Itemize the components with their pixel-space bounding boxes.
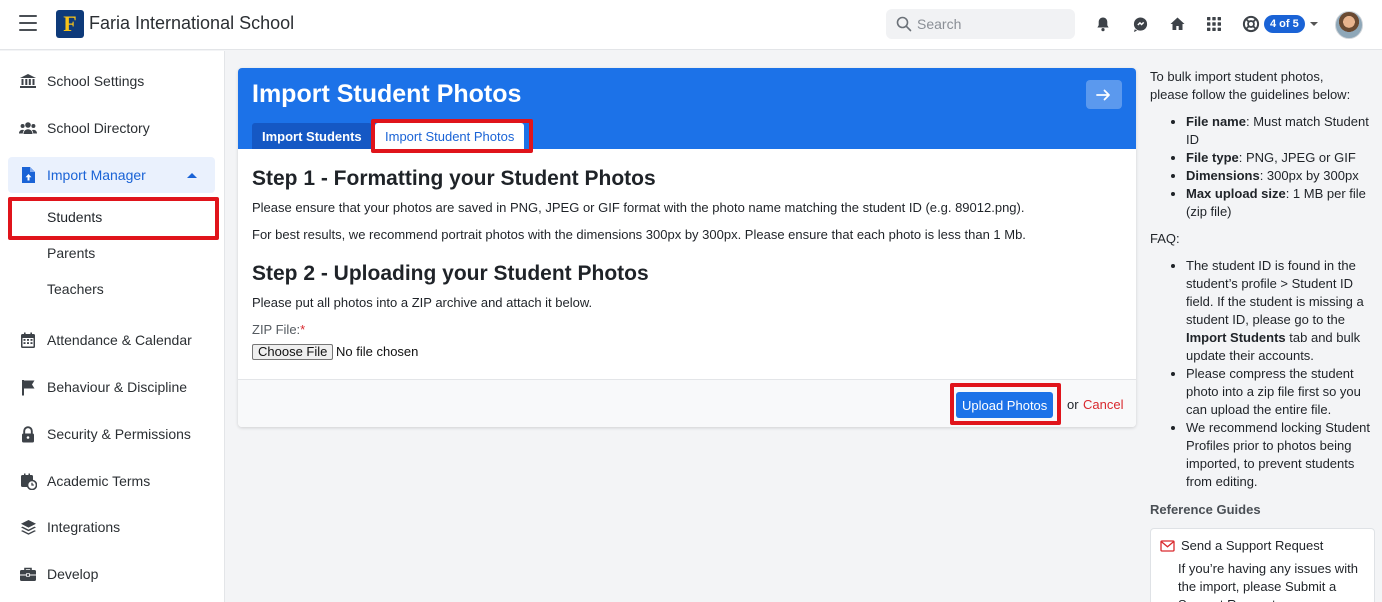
highlight-box-students — [8, 197, 219, 240]
calendar-clock-icon — [19, 472, 37, 490]
sidebar-item-develop[interactable]: Develop — [8, 556, 215, 592]
list-item: Dimensions: 300px by 300px — [1186, 167, 1378, 185]
highlight-box-photos-tab — [371, 119, 533, 153]
sidebar-item-label: Develop — [47, 566, 99, 582]
step2-heading: Step 2 - Uploading your Student Photos — [252, 262, 649, 285]
caret-down-icon — [1309, 22, 1318, 26]
sidebar-item-label: Integrations — [47, 519, 121, 535]
top-bar: F Faria International School 4 of 5 — [0, 0, 1382, 50]
count-badge: 4 of 5 — [1264, 15, 1305, 33]
help-switcher[interactable]: 4 of 5 — [1242, 13, 1318, 35]
hamburger-menu-icon[interactable] — [19, 15, 37, 31]
list-item: The student ID is found in the student’s… — [1186, 257, 1378, 365]
expand-panel-button[interactable] — [1086, 80, 1122, 109]
step1-paragraph-2: For best results, we recommend portrait … — [252, 227, 1026, 242]
chevron-up-icon[interactable] — [187, 173, 197, 178]
lifebuoy-icon — [1242, 15, 1260, 33]
school-name[interactable]: Faria International School — [89, 13, 294, 34]
sidebar-subitem-parents[interactable]: Parents — [47, 245, 95, 261]
page-title: Import Student Photos — [252, 80, 522, 108]
guidelines-list: File name: Must match Student ID File ty… — [1150, 113, 1378, 221]
sidebar-item-label: Academic Terms — [47, 473, 151, 489]
sidebar-item-label: Security & Permissions — [47, 426, 191, 442]
cancel-link[interactable]: Cancel — [1083, 397, 1123, 412]
zip-file-label: ZIP File:* — [252, 322, 306, 337]
list-item: File name: Must match Student ID — [1186, 113, 1378, 149]
user-avatar[interactable] — [1335, 11, 1363, 39]
reference-guides-title: Reference Guides — [1150, 502, 1261, 517]
or-text: or — [1067, 397, 1079, 412]
guidelines-intro: To bulk import student photos, please fo… — [1150, 69, 1351, 102]
layers-icon — [19, 518, 37, 536]
sidebar-item-label: School Directory — [47, 120, 150, 136]
search-icon — [896, 16, 912, 32]
toolbox-icon — [19, 565, 37, 583]
sidebar-item-academic-terms[interactable]: Academic Terms — [8, 463, 215, 499]
sidebar-item-label: School Settings — [47, 73, 145, 89]
sidebar-subitem-teachers[interactable]: Teachers — [47, 281, 104, 297]
search-box[interactable] — [886, 9, 1075, 39]
faq-title: FAQ: — [1150, 231, 1180, 246]
bell-icon[interactable] — [1093, 14, 1113, 34]
search-input[interactable] — [917, 14, 1067, 34]
school-logo[interactable]: F — [56, 10, 84, 38]
sidebar: School Settings School Directory Import … — [0, 51, 225, 602]
home-icon[interactable] — [1167, 14, 1187, 34]
envelope-icon — [1160, 539, 1175, 552]
sidebar-item-integrations[interactable]: Integrations — [8, 509, 215, 545]
list-item: File type: PNG, JPEG or GIF — [1186, 149, 1378, 167]
bank-icon — [19, 72, 37, 90]
sidebar-item-security-permissions[interactable]: Security & Permissions — [8, 416, 215, 452]
sidebar-item-school-settings[interactable]: School Settings — [8, 63, 215, 99]
no-file-chosen-text: No file chosen — [336, 344, 419, 359]
step2-paragraph-1: Please put all photos into a ZIP archive… — [252, 295, 593, 310]
required-mark: * — [300, 322, 306, 337]
arrow-right-icon — [1096, 89, 1110, 100]
chat-icon[interactable] — [1130, 14, 1150, 34]
step1-heading: Step 1 - Formatting your Student Photos — [252, 167, 656, 190]
sidebar-item-label: Behaviour & Discipline — [47, 379, 188, 395]
list-item: Please compress the student photo into a… — [1186, 365, 1378, 419]
sidebar-item-label: Attendance & Calendar — [47, 332, 192, 348]
tab-import-students[interactable]: Import Students — [252, 123, 372, 149]
step1-paragraph-1: Please ensure that your photos are saved… — [252, 200, 1025, 215]
file-upload-icon — [19, 166, 37, 184]
faq-list: The student ID is found in the student’s… — [1150, 257, 1378, 491]
sidebar-item-label: Import Manager — [47, 167, 146, 183]
sidebar-item-attendance-calendar[interactable]: Attendance & Calendar — [8, 322, 215, 358]
support-request-card[interactable]: Send a Support Request If you’re having … — [1150, 528, 1375, 602]
apps-grid-icon[interactable] — [1204, 14, 1224, 34]
flag-icon — [19, 378, 37, 396]
calendar-icon — [19, 331, 37, 349]
sidebar-item-behaviour-discipline[interactable]: Behaviour & Discipline — [8, 369, 215, 405]
users-icon — [19, 119, 37, 137]
lock-icon — [19, 425, 37, 443]
list-item: Max upload size: 1 MB per file (zip file… — [1186, 185, 1378, 221]
sidebar-item-import-manager[interactable]: Import Manager — [8, 157, 215, 193]
choose-file-button[interactable]: Choose File — [252, 344, 334, 360]
list-item: We recommend locking Student Profiles pr… — [1186, 419, 1378, 491]
support-request-text: If you’re having any issues with the imp… — [1178, 561, 1358, 602]
highlight-box-upload — [950, 383, 1061, 425]
support-request-title[interactable]: Send a Support Request — [1181, 538, 1323, 553]
sidebar-item-school-directory[interactable]: School Directory — [8, 110, 215, 146]
